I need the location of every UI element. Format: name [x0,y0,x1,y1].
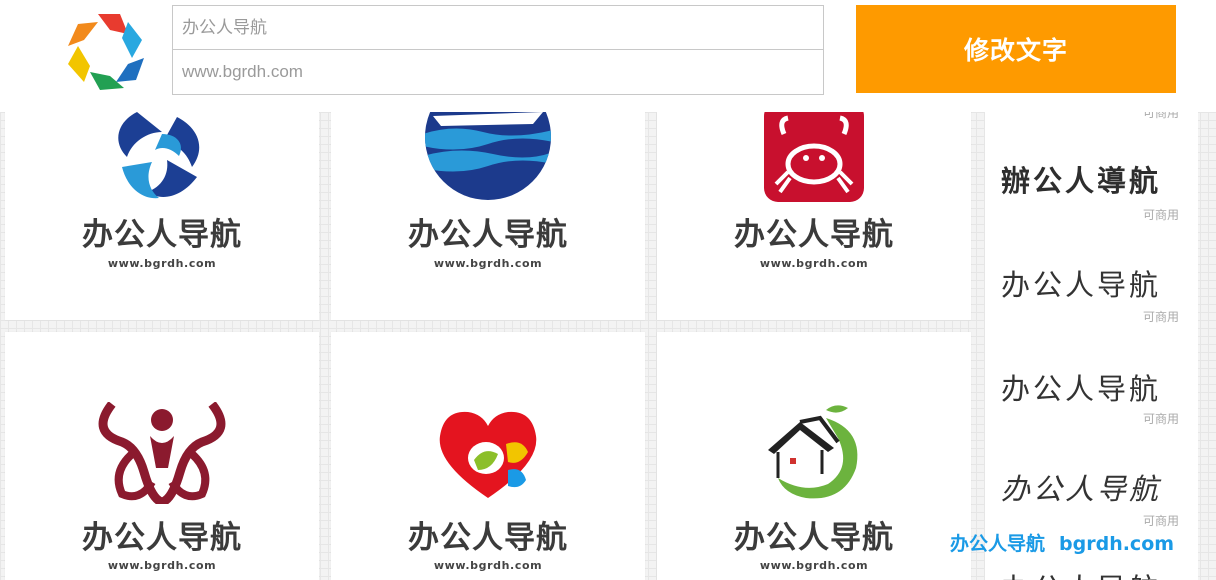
commercial-use-label: 可商用 [1142,208,1179,222]
swirl-fish-icon [118,112,200,199]
watermark-name: 办公人导航 [950,533,1046,555]
font-sample-text: 办公人导航 [1001,474,1162,506]
font-sample-text: 办公人导航 [1001,566,1171,580]
card-brand-text: 办公人导航 [82,520,242,556]
watermark-domain: bgrdh.com [1059,533,1175,555]
site-logo-icon [68,14,144,90]
font-option[interactable]: 办公人导航 可商用 [985,222,1198,324]
font-sample-text: 辦公人導航 [1001,164,1162,198]
top-toolbar: 修改文字 [0,0,1216,112]
card-brand-text: 办公人导航 [408,520,568,556]
card-url-text: www.bgrdh.com [759,257,869,270]
commercial-use-label: 可商用 [1142,412,1179,426]
brand-name-input[interactable] [173,6,823,49]
card-brand-text: 办公人导航 [82,217,242,253]
commercial-use-label: 可商用 [1142,310,1179,324]
site-watermark: 办公人导航 bgrdh.com [950,529,1174,556]
font-option[interactable]: 办公人导航 可商用 [985,324,1198,426]
card-brand-text: 办公人导航 [408,217,568,253]
logo-card-5[interactable]: 办公人导航 www.bgrdh.com [331,332,645,580]
card-url-text: www.bgrdh.com [433,559,543,572]
font-sample-text: 办公人导航 [1001,372,1162,406]
card-url-text: www.bgrdh.com [759,559,869,572]
logo-card-3[interactable]: 办公人导航 www.bgrdh.com [657,112,971,320]
card-url-text: www.bgrdh.com [107,559,217,572]
font-option[interactable]: 办公人导航 可商用 [985,426,1198,528]
heart-drops-icon [439,411,537,498]
logo-card-2[interactable]: 办公人导航 www.bgrdh.com [331,112,645,320]
card-url-text: www.bgrdh.com [433,257,543,270]
card-brand-text: 办公人导航 [734,520,894,556]
ox-horns-icon [98,402,226,504]
logo-card-4[interactable]: 办公人导航 www.bgrdh.com [5,332,319,580]
ship-waves-icon [425,112,551,200]
logo-card-6[interactable]: 办公人导航 www.bgrdh.com [657,332,971,580]
logo-text-form [172,5,824,95]
font-sample-text: 办公人导航 [1001,268,1162,302]
card-url-text: www.bgrdh.com [107,257,217,270]
house-leaf-icon [768,405,858,499]
commercial-use-label: 可商用 [1142,514,1179,528]
brand-url-input[interactable] [173,49,823,93]
logo-card-1[interactable]: 办公人导航 www.bgrdh.com [5,112,319,320]
font-option[interactable]: 辦公人導航 可商用 [985,120,1198,222]
crab-icon [764,112,864,202]
card-brand-text: 办公人导航 [734,217,894,253]
edit-text-button[interactable]: 修改文字 [856,5,1176,93]
